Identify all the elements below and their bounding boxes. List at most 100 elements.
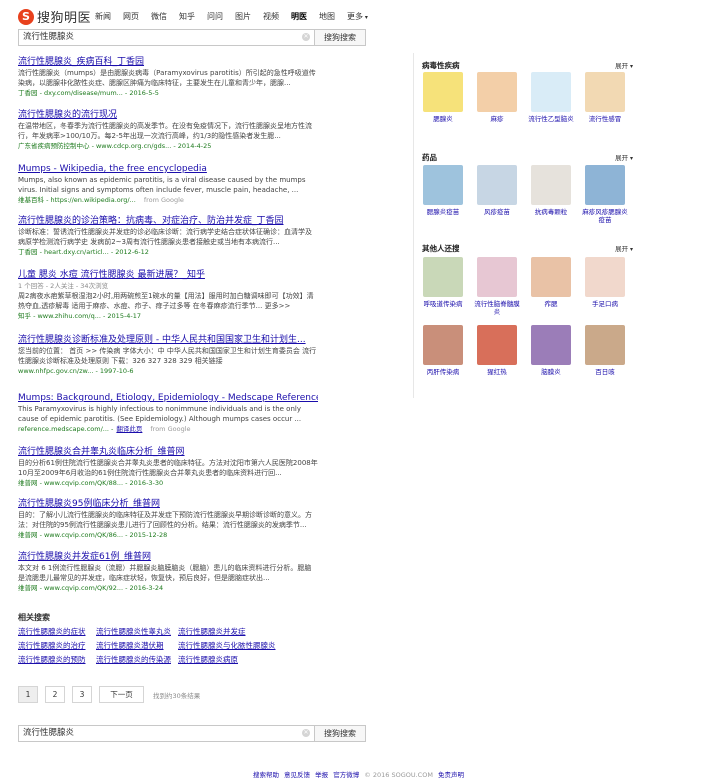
page-3-button[interactable]: 3: [72, 686, 92, 703]
nav-wenwen[interactable]: 问问: [207, 11, 223, 22]
result-title[interactable]: Mumps - Wikipedia, the free encyclopedia: [18, 163, 318, 175]
result-item: Mumps: Background, Etiology, Epidemiolog…: [18, 392, 318, 434]
result-title[interactable]: 流行性腮腺炎95例临床分析_维普网: [18, 498, 318, 510]
card-label: 手足口病: [592, 300, 618, 308]
footer-report-link[interactable]: 举报: [315, 771, 328, 779]
related-link[interactable]: 流行性腮腺炎的症状: [18, 626, 86, 637]
panel-card[interactable]: 呼吸道传染病: [418, 257, 468, 308]
copyright: © 2016 SOGOU.COM: [364, 771, 433, 779]
result-url[interactable]: 丁香园 - dxy.com/disease/mum... - 2016-5-5: [18, 88, 318, 98]
related-link[interactable]: 流行性腮腺炎的预防: [18, 654, 86, 665]
search-button[interactable]: 搜狗搜索: [314, 29, 366, 46]
card-label: 腮腺炎疫苗: [426, 208, 460, 216]
card-label: 百日咳: [595, 368, 615, 376]
card-label: 呼吸道传染病: [423, 300, 463, 308]
related-link[interactable]: 流行性腮腺炎并发症: [178, 626, 246, 637]
result-count: 找到约30条结果: [153, 691, 201, 700]
result-title[interactable]: 流行性腮腺炎的流行现况: [18, 109, 318, 121]
panel-card[interactable]: 抗病毒颗粒: [526, 165, 576, 216]
result-title[interactable]: 流行性腮腺炎并发症61例_维普网: [18, 551, 318, 563]
result-title[interactable]: 流行性腮腺炎的诊治策略：抗病毒、对症治疗、防治并发症_丁香园: [18, 215, 318, 227]
close-icon[interactable]: ✕: [302, 33, 310, 41]
disease-thumbnail: [477, 72, 517, 112]
card-label: 流行性乙型脑炎: [528, 115, 574, 123]
nav-zhihu[interactable]: 知乎: [179, 11, 195, 22]
panel-card[interactable]: 流行性乙型脑炎: [526, 72, 576, 123]
panel-card[interactable]: 脑膜炎: [526, 325, 576, 376]
card-label: 猩红热: [487, 368, 507, 376]
footer: 搜索帮助 意见反馈 举报 官方微博 © 2016 SOGOU.COM 免责声明: [0, 769, 720, 779]
panel-card[interactable]: 麻疹: [472, 72, 522, 123]
nav-more[interactable]: 更多: [347, 11, 368, 22]
card-label: 痄腮: [544, 300, 558, 308]
result-url-text[interactable]: 维基百科 - https://en.wikipedia.org/...: [18, 196, 136, 204]
nav-map[interactable]: 地图: [319, 11, 335, 22]
search-button-bottom[interactable]: 搜狗搜索: [314, 725, 366, 742]
search-input-value: 流行性腮腺炎: [23, 728, 75, 738]
result-title[interactable]: 流行性腮腺炎_疾病百科_丁香园: [18, 56, 318, 68]
panel-card[interactable]: 麻疹风疹腮腺炎疫苗: [580, 165, 630, 224]
sogou-logo[interactable]: S 搜狗明医: [18, 7, 91, 26]
google-source-label: from Google: [143, 196, 184, 204]
result-url[interactable]: 广东省疾病预防控制中心 - www.cdcp.org.cn/gds... - 2…: [18, 141, 318, 151]
drug-thumbnail: [531, 165, 571, 205]
page-1-button[interactable]: 1: [18, 686, 38, 703]
panel-card[interactable]: 痄腮: [526, 257, 576, 308]
result-url[interactable]: 维普网 - www.cqvip.com/QK/86... - 2015-12-2…: [18, 530, 318, 540]
expand-button[interactable]: 展开: [615, 152, 633, 162]
result-title[interactable]: 流行性腮腺炎合并睾丸炎临床分析_维普网: [18, 446, 318, 458]
result-item: Mumps - Wikipedia, the free encyclopedia…: [18, 163, 318, 205]
result-url[interactable]: 丁香园 - heart.dxy.cn/articl... - 2012-6-12: [18, 247, 318, 257]
close-icon[interactable]: ✕: [302, 729, 310, 737]
result-url[interactable]: 维普网 - www.cqvip.com/QK/92... - 2016-3-24: [18, 583, 318, 593]
related-link[interactable]: 流行性腮腺炎性睾丸炎: [96, 626, 171, 637]
related-link[interactable]: 流行性腮腺炎的传染源: [96, 654, 171, 665]
search-input[interactable]: 流行性腮腺炎 ✕: [18, 29, 314, 46]
footer-disclaimer-link[interactable]: 免责声明: [438, 771, 464, 779]
footer-weibo-link[interactable]: 官方微博: [333, 771, 359, 779]
search-bar-top: 流行性腮腺炎 ✕ 搜狗搜索: [18, 29, 366, 46]
logo-badge-icon: S: [18, 8, 34, 25]
panel-card[interactable]: 腮腺炎: [418, 72, 468, 123]
nav-weixin[interactable]: 微信: [151, 11, 167, 22]
nav-mingyi[interactable]: 明医: [291, 11, 307, 22]
panel-card[interactable]: 手足口病: [580, 257, 630, 308]
related-thumbnail: [477, 325, 517, 365]
related-thumbnail: [531, 257, 571, 297]
panel-card[interactable]: 丙肝传染病: [418, 325, 468, 376]
panel-card[interactable]: 猩红热: [472, 325, 522, 376]
logo-text: 搜狗明医: [37, 11, 92, 26]
expand-button[interactable]: 展开: [615, 60, 633, 70]
disease-thumbnail: [423, 72, 463, 112]
nav-images[interactable]: 图片: [235, 11, 251, 22]
result-url[interactable]: 维普网 - www.cqvip.com/QK/88... - 2016-3-30: [18, 478, 318, 488]
related-link[interactable]: 流行性腮腺炎病原: [178, 654, 238, 665]
panel-card[interactable]: 风疹疫苗: [472, 165, 522, 216]
page-2-button[interactable]: 2: [45, 686, 65, 703]
panel-card[interactable]: 百日咳: [580, 325, 630, 376]
result-url[interactable]: www.nhfpc.gov.cn/zw... - 1997-10-6: [18, 366, 318, 376]
translate-link[interactable]: 翻译此页: [116, 425, 142, 433]
nav-news[interactable]: 新闻: [95, 11, 111, 22]
result-url[interactable]: 知乎 - www.zhihu.com/q... - 2015-4-17: [18, 311, 318, 321]
nav-video[interactable]: 视频: [263, 11, 279, 22]
result-url-text[interactable]: reference.medscape.com/... -: [18, 425, 113, 433]
nav-web[interactable]: 网页: [123, 11, 139, 22]
expand-button[interactable]: 展开: [615, 243, 633, 253]
result-title[interactable]: Mumps: Background, Etiology, Epidemiolog…: [18, 392, 318, 404]
result-title[interactable]: 儿童 腮炎 水痘 流行性腮腺炎 最新进展？_知乎: [18, 269, 318, 281]
next-page-button[interactable]: 下一页: [99, 686, 144, 703]
search-input-bottom[interactable]: 流行性腮腺炎 ✕: [18, 725, 314, 742]
result-item: 流行性腮腺炎的流行现况 在温带地区，冬春季为流行性腮腺炎的高发季节。在没有免疫情…: [18, 109, 318, 151]
related-link[interactable]: 流行性腮腺炎的治疗: [18, 640, 86, 651]
panel-card[interactable]: 流行性脑脊髓膜炎: [472, 257, 522, 316]
panel-card[interactable]: 腮腺炎疫苗: [418, 165, 468, 216]
footer-feedback-link[interactable]: 意见反馈: [284, 771, 310, 779]
related-link[interactable]: 流行性腮腺炎潜伏期: [96, 640, 164, 651]
footer-help-link[interactable]: 搜索帮助: [253, 771, 279, 779]
search-input-value: 流行性腮腺炎: [23, 32, 75, 42]
result-title[interactable]: 流行性腮腺炎诊断标准及处理原则 - 中华人民共和国国家卫生和计划生...: [18, 334, 318, 346]
related-link[interactable]: 流行性腮腺炎与化脓性腮腺炎: [178, 640, 276, 651]
related-thumbnail: [477, 257, 517, 297]
panel-card[interactable]: 流行性感冒: [580, 72, 630, 123]
